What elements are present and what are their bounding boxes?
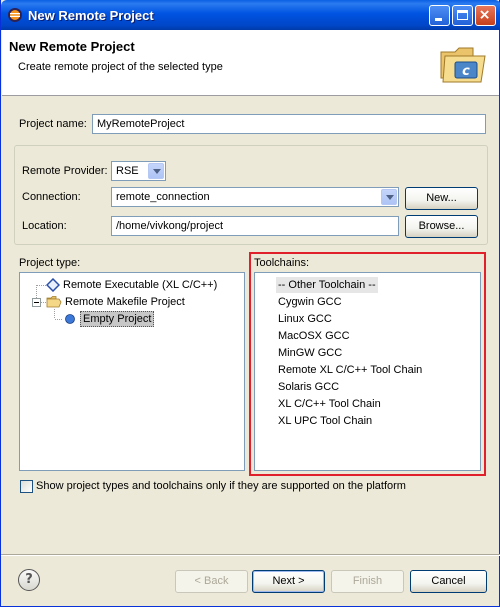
collapse-icon[interactable]	[32, 298, 41, 307]
minimize-icon	[435, 18, 442, 21]
bullet-icon	[65, 314, 75, 324]
wizard-banner: New Remote Project Create remote project…	[2, 30, 499, 96]
connection-value: remote_connection	[116, 191, 210, 203]
diamond-icon	[46, 278, 60, 292]
project-name-input[interactable]: MyRemoteProject	[92, 114, 486, 134]
eclipse-icon	[8, 8, 22, 22]
project-type-tree[interactable]: Remote Executable (XL C/C++) Remote Make…	[19, 272, 245, 471]
tree-item-label: Empty Project	[80, 311, 155, 327]
project-name-label: Project name:	[19, 118, 87, 130]
c-project-folder-icon: c	[440, 47, 486, 83]
help-icon[interactable]: ?	[18, 569, 40, 591]
connection-select[interactable]: remote_connection	[111, 187, 399, 207]
banner-title: New Remote Project	[9, 39, 135, 54]
banner-subtitle: Create remote project of the selected ty…	[18, 61, 223, 73]
maximize-button[interactable]	[452, 5, 473, 26]
title-bar[interactable]: New Remote Project	[1, 0, 500, 30]
footer-separator	[1, 554, 500, 556]
maximize-icon	[457, 10, 468, 20]
next-button[interactable]: Next >	[252, 570, 325, 593]
finish-button[interactable]: Finish	[331, 570, 404, 593]
close-button[interactable]	[475, 5, 496, 26]
back-button[interactable]: < Back	[175, 570, 248, 593]
project-type-label: Project type:	[19, 257, 81, 269]
cancel-button[interactable]: Cancel	[410, 570, 487, 593]
chevron-down-icon[interactable]	[381, 189, 397, 205]
chevron-down-icon[interactable]	[148, 163, 164, 179]
remote-provider-value: RSE	[116, 165, 139, 177]
location-label: Location:	[22, 220, 67, 232]
connection-label: Connection:	[22, 191, 81, 203]
tree-item-label: Remote Makefile Project	[65, 296, 185, 308]
window-title: New Remote Project	[28, 8, 154, 23]
tree-item-label: Remote Executable (XL C/C++)	[63, 279, 218, 291]
browse-button[interactable]: Browse...	[405, 215, 478, 238]
close-icon	[480, 10, 489, 19]
show-supported-label: Show project types and toolchains only i…	[36, 480, 406, 492]
toolchains-highlight-box	[249, 252, 486, 476]
wizard-window: New Remote Project New Remote Project Cr…	[0, 0, 500, 607]
minimize-button[interactable]	[429, 5, 450, 26]
new-connection-button[interactable]: New...	[405, 187, 478, 210]
location-input[interactable]: /home/vivkong/project	[111, 216, 399, 236]
open-folder-icon	[46, 296, 62, 308]
remote-provider-label: Remote Provider:	[22, 165, 108, 177]
svg-text:c: c	[462, 64, 470, 79]
show-supported-checkbox[interactable]	[20, 480, 33, 493]
